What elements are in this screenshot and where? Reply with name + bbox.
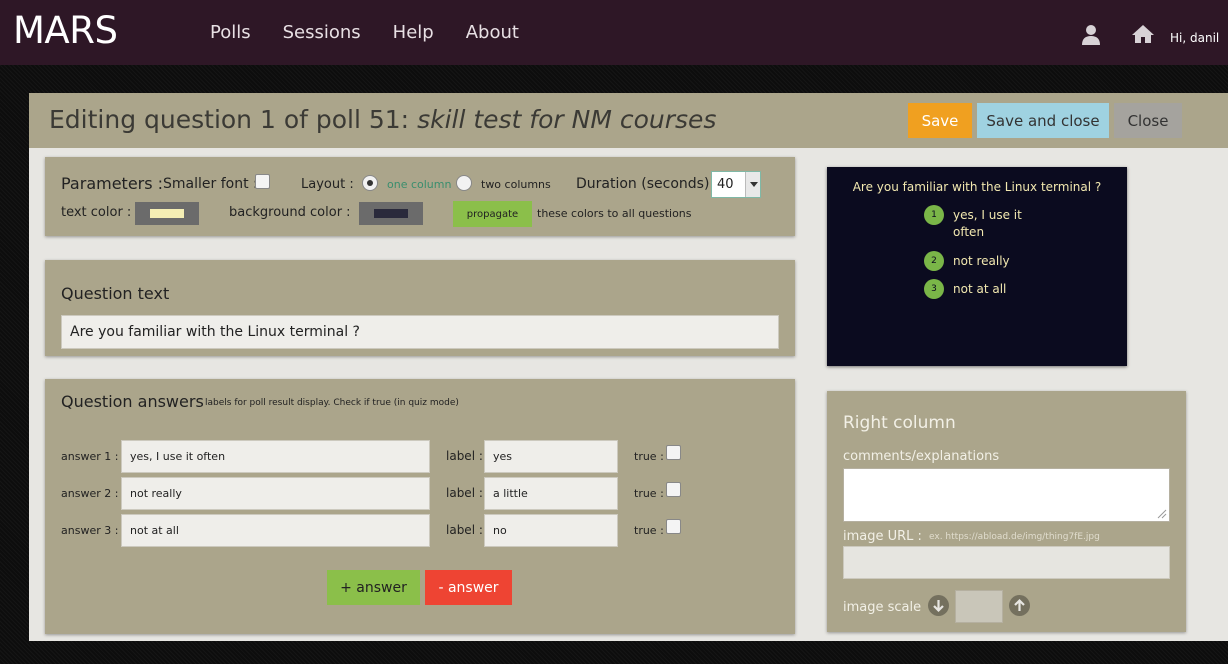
answer-2-label-input[interactable]: a little	[484, 477, 618, 510]
label-2-caption: label :	[446, 486, 483, 500]
close-button[interactable]: Close	[1114, 103, 1182, 138]
duration-label: Duration (seconds) :	[576, 176, 719, 192]
image-url-hint: ex. https://abload.de/img/thing7fE.jpg	[929, 532, 1100, 542]
bg-color-value	[374, 209, 408, 218]
smaller-font-checkbox[interactable]	[255, 174, 270, 189]
text-color-swatch[interactable]	[135, 202, 199, 225]
image-scale-label: image scale	[843, 600, 922, 615]
true-2-caption: true :	[634, 487, 664, 500]
propagate-suffix: these colors to all questions	[537, 207, 692, 220]
answers-heading: Question answers	[61, 392, 204, 411]
page-header: Editing question 1 of poll 51: skill tes…	[29, 93, 1228, 148]
edit-question-page: Editing question 1 of poll 51: skill tes…	[29, 93, 1228, 641]
image-scale-input[interactable]	[955, 590, 1003, 623]
question-text-heading: Question text	[61, 284, 170, 303]
text-color-label: text color :	[61, 205, 132, 220]
remove-answer-button[interactable]: - answer	[425, 570, 512, 605]
main-nav: Polls Sessions Help About	[210, 22, 519, 43]
answer-2-true-checkbox[interactable]	[666, 482, 681, 497]
question-preview: Are you familiar with the Linux terminal…	[827, 167, 1127, 366]
scale-down-icon[interactable]	[928, 595, 949, 616]
save-button[interactable]: Save	[908, 103, 972, 138]
propagate-button[interactable]: propagate	[453, 201, 532, 227]
right-column-card: Right column comments/explanations image…	[827, 391, 1186, 632]
duration-value: 40	[717, 177, 734, 192]
nav-link-polls[interactable]: Polls	[210, 22, 251, 43]
two-columns-radio[interactable]	[456, 175, 472, 191]
preview-question: Are you familiar with the Linux terminal…	[852, 180, 1102, 194]
question-answers-card: Question answers labels for poll result …	[45, 379, 795, 634]
answer-3-true-checkbox[interactable]	[666, 519, 681, 534]
true-1-caption: true :	[634, 450, 664, 463]
answer-3-input[interactable]: not at all	[121, 514, 430, 547]
answer-1-label: answer 1 :	[61, 450, 119, 463]
text-color-value	[150, 209, 184, 218]
layout-label: Layout :	[301, 177, 354, 192]
preview-answer-text: not at all	[953, 282, 1007, 296]
user-icon[interactable]	[1081, 24, 1101, 49]
answer-1-input[interactable]: yes, I use it often	[121, 440, 430, 473]
nav-link-help[interactable]: Help	[393, 22, 434, 43]
duration-select[interactable]: 40	[711, 171, 761, 198]
right-column-heading: Right column	[843, 413, 956, 433]
chevron-down-icon[interactable]	[745, 172, 760, 197]
image-url-input[interactable]	[843, 546, 1170, 579]
nav-link-sessions[interactable]: Sessions	[283, 22, 361, 43]
question-text-input[interactable]: Are you familiar with the Linux terminal…	[61, 315, 779, 349]
parameters-card: Parameters : Smaller font : Layout : one…	[45, 157, 795, 236]
add-answer-button[interactable]: + answer	[327, 570, 420, 605]
preview-answer-text: not really	[953, 254, 1010, 268]
page-title: Editing question 1 of poll 51: skill tes…	[49, 105, 716, 134]
two-columns-label[interactable]: two columns	[481, 178, 551, 191]
label-1-caption: label :	[446, 449, 483, 463]
scale-up-icon[interactable]	[1009, 595, 1030, 616]
true-3-caption: true :	[634, 524, 664, 537]
one-column-radio[interactable]	[362, 175, 378, 191]
answer-1-label-input[interactable]: yes	[484, 440, 618, 473]
parameters-label: Parameters :	[61, 174, 164, 193]
answer-2-label: answer 2 :	[61, 487, 119, 500]
preview-answer-number: 3	[924, 279, 944, 299]
smaller-font-label: Smaller font :	[163, 176, 258, 192]
title-prefix: Editing question 1 of poll 51:	[49, 105, 418, 134]
top-navbar: MARS Polls Sessions Help About Hi, danil	[0, 0, 1228, 65]
answers-hint: labels for poll result display. Check if…	[205, 398, 459, 408]
nav-link-about[interactable]: About	[466, 22, 519, 43]
bg-color-label: background color :	[229, 205, 351, 220]
preview-answer-number: 2	[924, 251, 944, 271]
home-icon[interactable]	[1131, 24, 1155, 47]
resize-grip-icon[interactable]	[1155, 507, 1167, 519]
poll-name: skill test for NM courses	[417, 105, 717, 134]
comments-textarea[interactable]	[843, 468, 1170, 522]
answer-3-label-input[interactable]: no	[484, 514, 618, 547]
brand-logo[interactable]: MARS	[13, 9, 118, 52]
question-text-card: Question text Are you familiar with the …	[45, 260, 795, 356]
comments-label: comments/explanations	[843, 449, 1000, 464]
answer-2-input[interactable]: not really	[121, 477, 430, 510]
label-3-caption: label :	[446, 523, 483, 537]
image-url-label: image URL :	[843, 529, 922, 544]
user-greeting: Hi, danil	[1170, 31, 1220, 45]
preview-answer-number: 1	[924, 205, 944, 225]
one-column-label[interactable]: one column	[387, 178, 451, 191]
answer-1-true-checkbox[interactable]	[666, 445, 681, 460]
answer-3-label: answer 3 :	[61, 524, 119, 537]
preview-answer-text: yes, I use it often	[953, 208, 1022, 239]
save-and-close-button[interactable]: Save and close	[977, 103, 1109, 138]
bg-color-swatch[interactable]	[359, 202, 423, 225]
